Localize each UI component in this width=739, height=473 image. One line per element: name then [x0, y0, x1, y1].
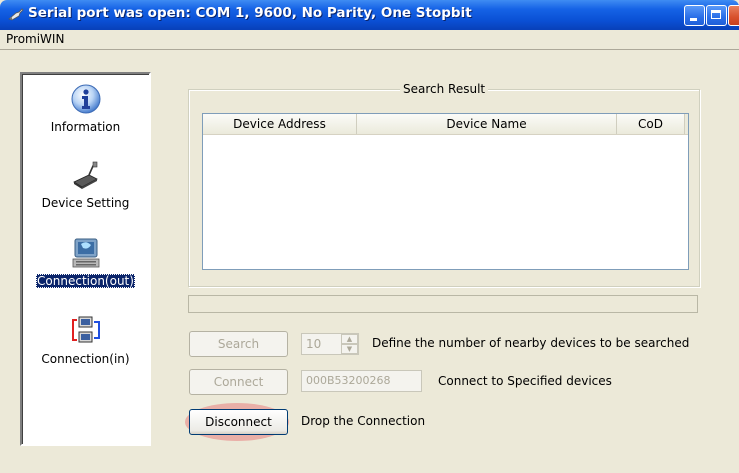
sidebar-item-label: Connection(in)	[41, 352, 130, 366]
list-header: Device Address Device Name CoD	[203, 114, 688, 135]
column-device-address[interactable]: Device Address	[203, 114, 357, 134]
stepper-buttons: ▲ ▼	[341, 334, 358, 354]
info-icon	[71, 84, 100, 114]
connect-button[interactable]: Connect	[189, 369, 288, 395]
sidebar-item-connection-out[interactable]: Connection(out)	[22, 236, 149, 288]
minimize-button[interactable]	[684, 5, 705, 26]
device-icon	[72, 161, 98, 189]
column-device-name[interactable]: Device Name	[357, 114, 617, 134]
menu-bar: PromiWIN	[0, 30, 739, 49]
chevron-down-icon[interactable]: ▼	[341, 344, 358, 354]
menu-separator	[0, 49, 739, 50]
connection-out-icon	[72, 238, 99, 268]
sidebar: Information Device Setting Connection(ou…	[20, 72, 151, 446]
connection-in-icon	[71, 316, 100, 343]
search-result-list[interactable]: Device Address Device Name CoD	[202, 113, 689, 270]
title-bar[interactable]: Serial port was open: COM 1, 9600, No Pa…	[0, 0, 739, 30]
disconnect-button[interactable]: Disconnect	[189, 409, 288, 435]
search-result-title: Search Result	[400, 82, 489, 96]
search-count-stepper[interactable]: 10 ▲ ▼	[301, 333, 359, 355]
search-description: Define the number of nearby devices to b…	[372, 336, 690, 350]
sidebar-item-label: Device Setting	[41, 196, 130, 210]
column-cod[interactable]: CoD	[617, 114, 685, 134]
menu-item-promiwin[interactable]: PromiWIN	[6, 32, 64, 46]
connect-description: Connect to Specified devices	[438, 374, 612, 388]
chevron-up-icon[interactable]: ▲	[341, 334, 358, 344]
search-count-value: 10	[306, 337, 322, 351]
sidebar-item-label: Connection(out)	[36, 274, 135, 288]
sidebar-item-connection-in[interactable]: Connection(in)	[22, 314, 149, 366]
sidebar-item-device-setting[interactable]: Device Setting	[22, 158, 149, 210]
window-title: Serial port was open: COM 1, 9600, No Pa…	[28, 5, 472, 21]
sidebar-item-information[interactable]: Information	[22, 82, 149, 134]
progress-bar	[188, 295, 698, 313]
disconnect-description: Drop the Connection	[301, 414, 426, 428]
close-button[interactable]	[728, 5, 739, 26]
search-button[interactable]: Search	[189, 331, 288, 357]
maximize-button[interactable]	[706, 5, 727, 26]
minimize-icon	[690, 18, 697, 21]
sidebar-item-label: Information	[50, 120, 121, 134]
maximize-icon	[711, 10, 721, 19]
plug-icon	[8, 8, 24, 21]
device-address-field[interactable]: 000B53200268	[301, 370, 422, 392]
device-address-value: 000B53200268	[306, 374, 391, 387]
